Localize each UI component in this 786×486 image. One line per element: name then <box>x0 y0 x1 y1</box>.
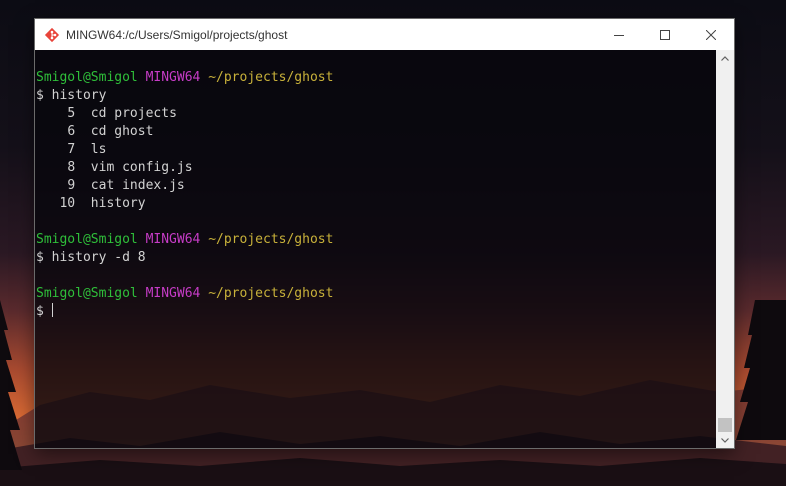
scrollbar-thumb[interactable] <box>718 418 732 432</box>
prompt-env: MINGW64 <box>145 286 201 301</box>
vertical-scrollbar[interactable] <box>716 50 734 448</box>
close-button[interactable] <box>688 19 734 50</box>
maximize-icon <box>660 29 670 40</box>
scroll-down-button[interactable] <box>716 432 734 448</box>
prompt-path: ~/projects/ghost <box>208 70 334 85</box>
history-number: 5 <box>67 106 76 121</box>
maximize-button[interactable] <box>642 19 688 50</box>
window-title: MINGW64:/c/Users/Smigol/projects/ghost <box>66 27 288 42</box>
history-entry: 10 history <box>36 195 716 213</box>
prompt-path: ~/projects/ghost <box>208 286 334 301</box>
command-line: $ history -d 8 <box>36 250 146 265</box>
history-entry: 5 cd projects <box>36 105 716 123</box>
history-entry: 8 vim config.js <box>36 159 716 177</box>
history-number: 10 <box>59 196 76 211</box>
minimize-icon <box>614 34 624 36</box>
prompt-user: Smigol@Smigol <box>36 70 138 85</box>
history-command: vim config.js <box>90 160 193 175</box>
history-number: 7 <box>67 142 76 157</box>
history-number: 9 <box>67 178 76 193</box>
history-number: 6 <box>67 124 76 139</box>
history-command: cat index.js <box>90 178 185 193</box>
chevron-down-icon <box>721 437 729 443</box>
history-command: cd projects <box>90 106 177 121</box>
close-icon <box>706 29 716 40</box>
prompt-path: ~/projects/ghost <box>208 232 334 247</box>
history-entry: 7 ls <box>36 141 716 159</box>
desktop-background: MINGW64:/c/Users/Smigol/projects/ghost S… <box>0 0 786 486</box>
input-line[interactable]: $ <box>36 303 716 321</box>
prompt-line: Smigol@Smigol MINGW64 ~/projects/ghost <box>36 231 716 249</box>
prompt-env: MINGW64 <box>145 232 201 247</box>
prompt-line: Smigol@Smigol MINGW64 ~/projects/ghost <box>36 285 716 303</box>
minimize-button[interactable] <box>596 19 642 50</box>
terminal-window[interactable]: MINGW64:/c/Users/Smigol/projects/ghost S… <box>35 19 734 448</box>
window-controls <box>596 19 734 50</box>
window-titlebar[interactable]: MINGW64:/c/Users/Smigol/projects/ghost <box>35 19 734 50</box>
history-command: history <box>90 196 146 211</box>
text-cursor <box>51 303 53 317</box>
prompt-user: Smigol@Smigol <box>36 286 138 301</box>
history-command: ls <box>90 142 107 157</box>
prompt-user: Smigol@Smigol <box>36 232 138 247</box>
prompt-env: MINGW64 <box>145 70 201 85</box>
git-bash-diamond-icon <box>44 27 60 42</box>
prompt-line: Smigol@Smigol MINGW64 ~/projects/ghost <box>36 69 716 87</box>
scroll-up-button[interactable] <box>716 50 734 66</box>
history-entry: 9 cat index.js <box>36 177 716 195</box>
prompt-symbol: $ <box>36 304 44 319</box>
history-entry: 6 cd ghost <box>36 123 716 141</box>
chevron-up-icon <box>721 55 729 61</box>
command-line: $ history <box>36 88 107 103</box>
terminal-output[interactable]: Smigol@Smigol MINGW64 ~/projects/ghost $… <box>35 50 716 448</box>
history-command: cd ghost <box>90 124 154 139</box>
history-number: 8 <box>67 160 76 175</box>
